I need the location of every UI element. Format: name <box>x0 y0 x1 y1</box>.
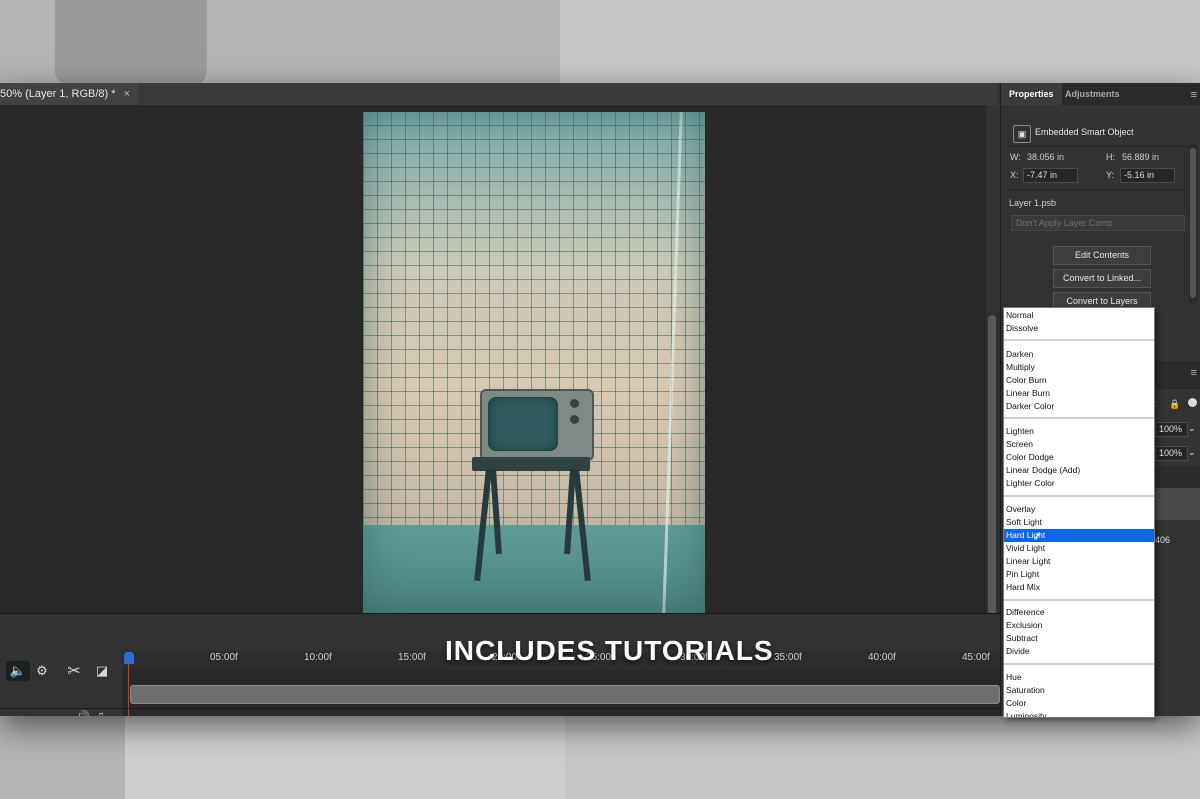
blend-option[interactable]: Linear Burn <box>1004 387 1154 400</box>
timeline-tick: 05:00f <box>210 652 238 663</box>
blend-option[interactable]: Hue <box>1004 671 1154 684</box>
toggle-icon[interactable] <box>1188 398 1197 407</box>
lock-all-icon[interactable]: 🔒 <box>1169 399 1180 410</box>
opacity-input[interactable]: 100% <box>1155 422 1188 437</box>
close-icon[interactable]: × <box>124 83 130 105</box>
width-value[interactable]: 38.056 in <box>1027 152 1064 162</box>
blend-option[interactable]: Hard Mix <box>1004 581 1154 594</box>
blend-option[interactable]: Color Dodge <box>1004 451 1154 464</box>
promo-title: INCLUDES TUTORIALS <box>445 635 774 666</box>
dropdown-separator <box>1004 599 1154 601</box>
fill-input[interactable]: 100% <box>1155 446 1188 461</box>
blend-option[interactable]: Pin Light <box>1004 568 1154 581</box>
panel-scrollbar-thumb[interactable] <box>1190 148 1196 298</box>
timeline-tick: 10:00f <box>304 652 332 663</box>
height-label: H: <box>1106 152 1115 162</box>
blend-option[interactable]: Darken <box>1004 348 1154 361</box>
layer-row-selected[interactable] <box>1153 488 1200 520</box>
blend-option[interactable]: Lighten <box>1004 425 1154 438</box>
track-divider <box>0 708 1000 709</box>
blend-option[interactable]: Multiply <box>1004 361 1154 374</box>
divider <box>1007 189 1187 190</box>
playhead-handle[interactable] <box>124 652 134 664</box>
blend-option[interactable]: Screen <box>1004 438 1154 451</box>
document-tab[interactable]: 50% (Layer 1, RGB/8) * × <box>0 83 138 105</box>
panel-tab-bar: Properties Adjustments ≡ <box>1001 83 1200 105</box>
timeline-tick: 15:00f <box>398 652 426 663</box>
mouse-cursor-icon: ➚ <box>1033 531 1042 542</box>
timeline-tick: 45:00f <box>962 652 990 663</box>
chevron-down-icon[interactable]: ⌄ <box>1188 423 1196 434</box>
panel-menu-icon[interactable]: ≡ <box>1191 89 1197 101</box>
blend-option[interactable]: Lighter Color <box>1004 477 1154 490</box>
y-input[interactable]: -5.16 in <box>1120 168 1175 183</box>
linked-file-name: Layer 1.psb <box>1009 198 1057 208</box>
height-value[interactable]: 56.889 in <box>1122 152 1159 162</box>
blend-option[interactable]: Normal <box>1004 309 1154 322</box>
scissors-icon[interactable]: ✂ <box>62 661 86 681</box>
chevron-down-icon[interactable]: ⌄ <box>1188 447 1196 458</box>
image-vignette <box>363 112 705 614</box>
blend-option[interactable]: Difference <box>1004 606 1154 619</box>
tab-properties[interactable]: Properties <box>1001 83 1062 105</box>
blend-option[interactable]: Vivid Light <box>1004 542 1154 555</box>
video-track-clip[interactable] <box>130 685 1000 704</box>
x-input[interactable]: -7.47 in <box>1023 168 1078 183</box>
transition-icon[interactable]: ◪ <box>90 661 114 681</box>
scrollbar-thumb[interactable] <box>988 315 996 615</box>
divider <box>1007 146 1187 147</box>
blend-option[interactable]: Exclusion <box>1004 619 1154 632</box>
convert-to-linked-button[interactable]: Convert to Linked... <box>1053 269 1151 288</box>
layer-value: 406 <box>1155 535 1171 545</box>
layer-comp-select[interactable]: Don't Apply Layer Comp <box>1011 215 1185 231</box>
dropdown-separator <box>1004 663 1154 665</box>
blend-option[interactable]: Darker Color <box>1004 400 1154 413</box>
speaker-icon[interactable]: 🔈 <box>6 661 30 681</box>
blend-option[interactable]: Color <box>1004 697 1154 710</box>
panel-scrollbar[interactable] <box>1189 143 1197 303</box>
blend-mode-dropdown[interactable]: Normal Dissolve Darken Multiply Color Bu… <box>1003 307 1155 718</box>
dropdown-separator <box>1004 417 1154 419</box>
music-note-icon[interactable]: ♫ <box>96 710 104 716</box>
audio-icon[interactable]: 🔊 <box>76 710 90 716</box>
timeline-tick: 35:00f <box>774 652 802 663</box>
gear-icon[interactable]: ⚙ <box>30 661 54 681</box>
tab-bar <box>118 83 998 105</box>
timeline-tick: 40:00f <box>868 652 896 663</box>
blend-option[interactable]: Luminosity <box>1004 710 1154 717</box>
blend-option[interactable]: Linear Dodge (Add) <box>1004 464 1154 477</box>
y-label: Y: <box>1106 170 1115 180</box>
blend-option[interactable]: Color Burn <box>1004 374 1154 387</box>
dropdown-separator <box>1004 339 1154 341</box>
tab-adjustments[interactable]: Adjustments <box>1057 83 1128 105</box>
dropdown-separator <box>1004 495 1154 497</box>
blend-option[interactable]: Soft Light <box>1004 516 1154 529</box>
blend-option[interactable]: Saturation <box>1004 684 1154 697</box>
layers-menu-icon[interactable]: ≡ <box>1191 367 1197 379</box>
smart-object-icon: ▣ <box>1013 125 1031 143</box>
layer-row[interactable] <box>1153 466 1200 488</box>
blend-option[interactable]: Overlay <box>1004 503 1154 516</box>
blend-option[interactable]: Linear Light <box>1004 555 1154 568</box>
edit-contents-button[interactable]: Edit Contents <box>1053 246 1151 265</box>
canvas-scrollbar[interactable] <box>986 105 998 615</box>
background-shape-bottom <box>125 716 565 799</box>
x-label: X: <box>1010 170 1019 180</box>
smart-object-label: Embedded Smart Object <box>1035 127 1134 137</box>
document-image[interactable] <box>363 112 705 614</box>
document-tab-label: 50% (Layer 1, RGB/8) * <box>0 88 116 100</box>
blend-option-selected[interactable]: Hard Light <box>1004 529 1154 542</box>
blend-option[interactable]: Dissolve <box>1004 322 1154 335</box>
blend-option[interactable]: Subtract <box>1004 632 1154 645</box>
blend-option[interactable]: Divide <box>1004 645 1154 658</box>
background-shape <box>55 0 207 85</box>
width-label: W: <box>1010 152 1021 162</box>
